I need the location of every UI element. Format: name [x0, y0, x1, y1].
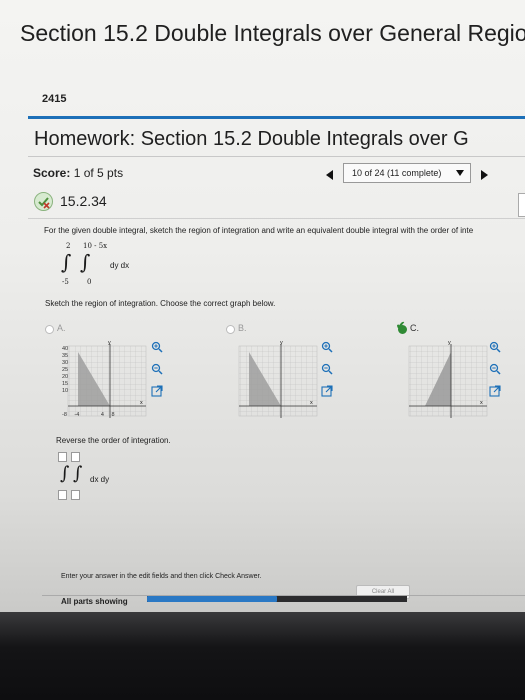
option-c-label: C. — [410, 323, 419, 333]
reverse-differential: dx dy — [90, 475, 110, 484]
external-link-icon[interactable] — [151, 385, 163, 397]
y-tick: 20 — [62, 374, 69, 380]
parts-progress-bar — [147, 596, 277, 602]
sketch-prompt: Sketch the region of integration. Choose… — [45, 299, 276, 308]
side-panel-tab[interactable] — [518, 193, 525, 217]
inner-integral-sign: ∫ — [73, 463, 83, 484]
graph-c-y-axis-label: y — [448, 340, 451, 346]
option-b-radio[interactable] — [226, 325, 235, 334]
inner-lower-limit-input[interactable] — [71, 490, 80, 500]
inner-upper-limit-input[interactable] — [71, 452, 80, 462]
screen-bezel — [0, 612, 525, 700]
reversed-integral: ∫ ∫ dx dy — [58, 452, 178, 502]
graph-option-c[interactable] — [405, 340, 491, 424]
outer-lower-limit-input[interactable] — [58, 490, 67, 500]
x-tick: 8 — [111, 412, 115, 418]
option-b-label: B. — [238, 323, 247, 333]
zoom-in-icon[interactable] — [321, 341, 333, 353]
chevron-down-icon — [456, 170, 464, 176]
graph-b-y-axis-label: y — [280, 340, 283, 346]
score-label: Score: — [33, 166, 71, 180]
inner-upper-limit: 10 - 5x — [83, 242, 108, 250]
zoom-out-icon[interactable] — [151, 363, 163, 375]
option-c-radio[interactable] — [398, 325, 407, 334]
graph-a-y-axis-label: y — [108, 340, 111, 346]
question-prompt: For the given double integral, sketch th… — [44, 226, 474, 235]
y-tick: 35 — [62, 353, 69, 359]
zoom-out-icon[interactable] — [489, 363, 501, 375]
x-tick: -4 — [74, 412, 80, 418]
outer-integral-sign: ∫ — [60, 463, 70, 484]
answer-instructions: Enter your answer in the edit fields and… — [61, 573, 262, 580]
outer-lower-limit: -5 — [62, 278, 69, 286]
graph-a-y-ticks: 40 35 30 25 20 15 10 — [62, 346, 68, 395]
header-divider — [28, 116, 525, 119]
question-select[interactable]: 10 of 24 (11 complete) — [343, 163, 471, 183]
parts-showing-label: All parts showing — [61, 597, 128, 606]
reverse-order-prompt: Reverse the order of integration. — [56, 436, 171, 445]
zoom-in-icon[interactable] — [489, 341, 501, 353]
outer-integral-sign: ∫ — [61, 250, 72, 274]
question-select-value: 10 of 24 (11 complete) — [352, 168, 442, 178]
y-tick: 15 — [62, 381, 69, 387]
zoom-out-icon[interactable] — [321, 363, 333, 375]
x-tick: -8 — [62, 412, 67, 418]
y-tick: 40 — [62, 346, 69, 352]
page-title: Section 15.2 Double Integrals over Gener… — [20, 20, 525, 46]
next-question-button[interactable] — [481, 170, 488, 180]
x-tick: 4 — [100, 412, 104, 418]
option-a-label: A. — [57, 323, 66, 333]
homework-title: Homework: Section 15.2 Double Integrals … — [34, 128, 469, 150]
option-a-radio[interactable] — [45, 325, 54, 334]
previous-question-button[interactable] — [326, 170, 333, 180]
course-id: 2415 — [42, 93, 67, 105]
outer-upper-limit: 2 — [66, 242, 71, 250]
graph-a-x-ticks: -8 -4 4 8 — [62, 412, 152, 418]
score-value: 1 of 5 pts — [73, 166, 124, 180]
y-tick: 10 — [62, 388, 69, 394]
external-link-icon[interactable] — [489, 385, 501, 397]
outer-upper-limit-input[interactable] — [58, 452, 67, 462]
y-tick: 25 — [62, 367, 69, 373]
graph-c-x-axis-label: x — [480, 400, 483, 406]
graph-b-x-axis-label: x — [310, 400, 313, 406]
graph-a-x-axis-label: x — [140, 400, 143, 406]
check-x-status-icon — [34, 192, 53, 211]
differential: dy dx — [110, 261, 130, 270]
graph-option-b[interactable] — [235, 340, 321, 424]
external-link-icon[interactable] — [321, 385, 333, 397]
y-tick: 30 — [62, 360, 69, 366]
title-divider — [28, 156, 525, 157]
zoom-in-icon[interactable] — [151, 341, 163, 353]
question-divider — [28, 218, 525, 219]
score: Score: 1 of 5 pts — [33, 166, 123, 180]
homework-page: Section 15.2 Double Integrals over Gener… — [0, 0, 525, 617]
given-integral: 2 10 - 5x ∫ ∫ -5 0 dy dx — [58, 240, 178, 295]
inner-lower-limit: 0 — [87, 278, 92, 286]
inner-integral-sign: ∫ — [80, 250, 91, 274]
question-number: 15.2.34 — [60, 193, 107, 209]
